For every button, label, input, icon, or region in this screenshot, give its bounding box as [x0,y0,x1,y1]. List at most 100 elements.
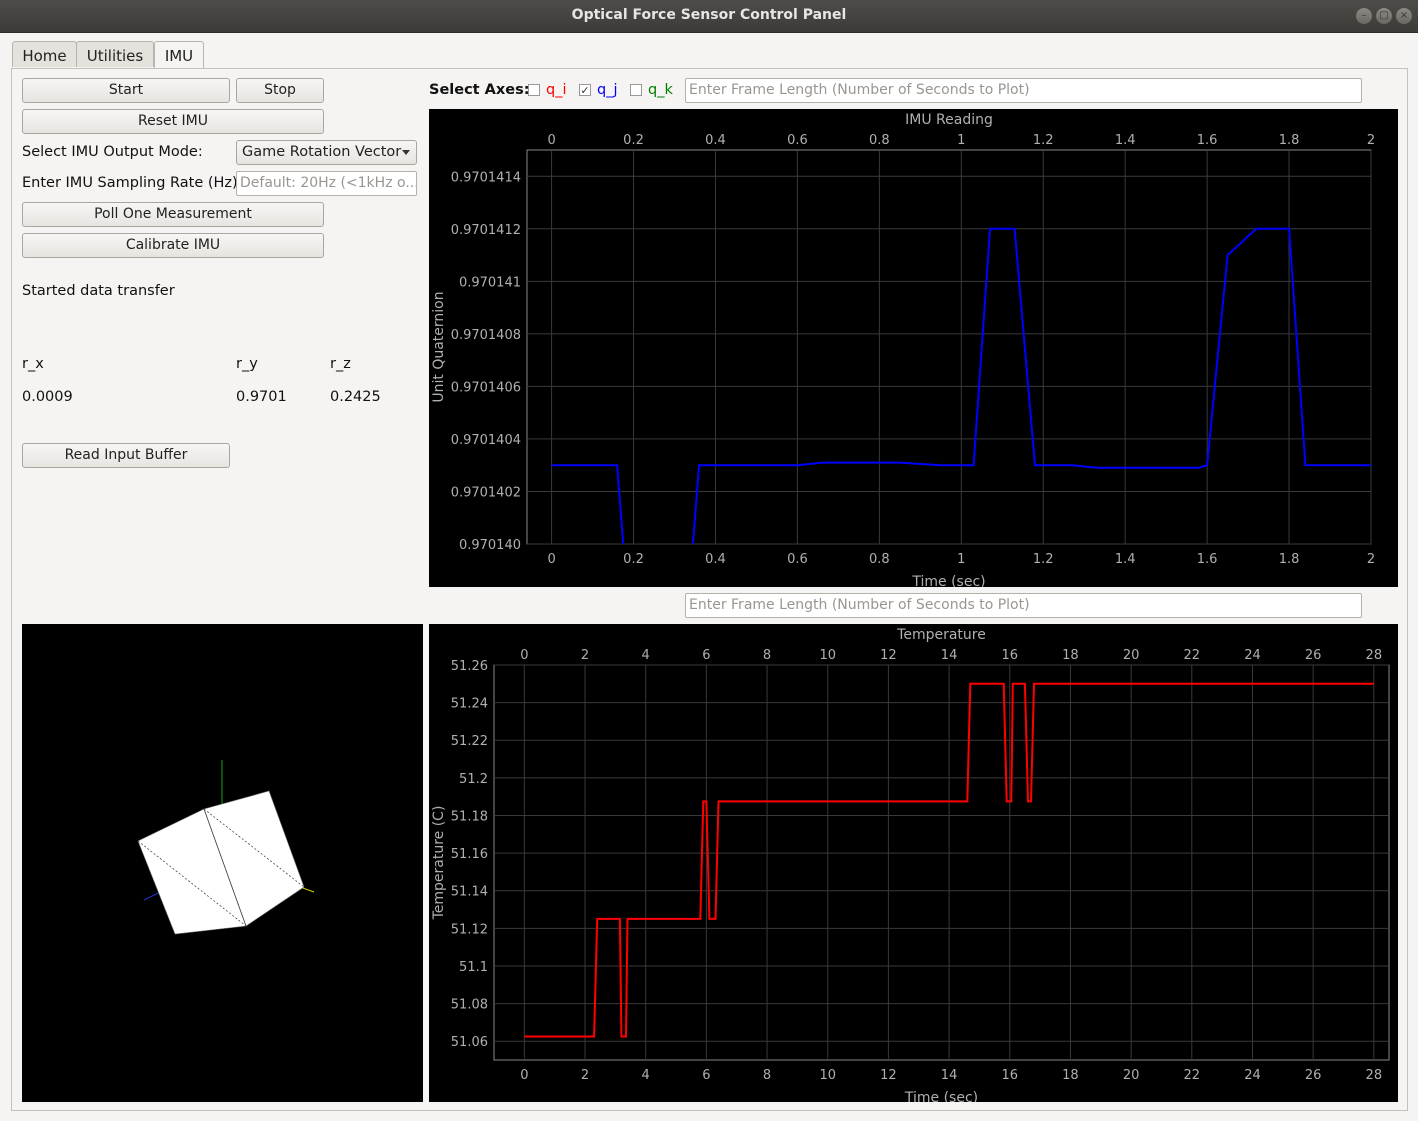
imu-x-tick-label-top: 0 [547,133,555,148]
rate-label: Enter IMU Sampling Rate (Hz): [22,175,243,191]
imu-x-tick-label: 0.8 [869,552,890,567]
output-mode-select[interactable]: Game Rotation Vector [236,140,417,165]
temp-x-tick-label-top: 10 [819,648,836,663]
imu-x-tick-label-top: 1.8 [1279,133,1300,148]
qi-checkbox[interactable] [528,84,540,96]
temp-x-tick-label: 26 [1305,1068,1322,1083]
tab-home[interactable]: Home [12,41,77,67]
temp-x-tick-label: 4 [642,1068,650,1083]
imu-x-tick-label-top: 1.2 [1033,133,1054,148]
sampling-rate-input[interactable]: Default: 20Hz (<1kHz o... [236,171,417,196]
imu-x-tick-label-top: 1.4 [1115,133,1136,148]
rx-header: r_x [22,356,44,372]
imu-y-tick-label: 0.9701408 [451,328,521,343]
temp-x-tick-label: 20 [1123,1068,1140,1083]
temp-y-tick-label: 51.12 [451,922,488,937]
temp-x-tick-label-top: 4 [642,648,650,663]
qi-label: q_i [546,82,567,98]
imu-x-tick-label: 1 [957,552,965,567]
imu-y-tick-label: 0.9701402 [451,485,521,500]
rz-header: r_z [330,356,351,372]
rx-value: 0.0009 [22,389,73,405]
imu-y-tick-label: 0.9701404 [451,433,521,448]
imu-x-tick-label-top: 1.6 [1197,133,1218,148]
imu-y-tick-label: 0.9701406 [451,380,521,395]
temp-y-tick-label: 51.18 [451,809,488,824]
temperature-chart: TemperatureTime (sec)Temperature (C)0022… [431,627,1390,1106]
temp-x-tick-label: 14 [941,1068,958,1083]
imu-x-tick-label-top: 0.8 [869,133,890,148]
temp-y-tick-label: 51.14 [451,885,488,900]
imu-frame-length-input[interactable]: Enter Frame Length (Number of Seconds to… [685,78,1362,103]
temp-y-tick-label: 51.22 [451,734,488,749]
imu-x-tick-label: 1.2 [1033,552,1054,567]
tab-imu[interactable]: IMU [154,41,204,69]
imu-y-tick-label: 0.970141 [459,275,521,290]
temp-x-tick-label-top: 24 [1244,648,1261,663]
imu-3d-view[interactable] [22,624,423,1102]
tab-utilities[interactable]: Utilities [76,41,154,67]
maximize-icon[interactable]: □ [1376,8,1392,24]
temp-x-tick-label-top: 26 [1305,648,1322,663]
start-button[interactable]: Start [22,78,230,103]
mode-label: Select IMU Output Mode: [22,144,203,160]
window-title: Optical Force Sensor Control Panel [571,7,847,23]
temp-x-tick-label: 18 [1062,1068,1079,1083]
temp-x-tick-label: 6 [702,1068,710,1083]
temp-x-tick-label: 24 [1244,1068,1261,1083]
imu-x-tick-label: 2 [1367,552,1375,567]
close-icon[interactable]: × [1396,8,1412,24]
qj-checkbox[interactable]: ✓ [579,84,591,96]
minimize-icon[interactable]: – [1356,8,1372,24]
temp-x-tick-label-top: 22 [1184,648,1201,663]
imu-plot[interactable]: IMU Reading Time (sec) Unit Quaternion 0 0 0.… [429,109,1398,590]
main-window: Optical Force Sensor Control Panel – □ ×… [0,0,1418,1121]
qk-checkbox[interactable] [630,84,642,96]
temp-y-tick-label: 51.26 [451,659,488,674]
imu-x-tick-label: 0.6 [787,552,808,567]
rz-value: 0.2425 [330,389,381,405]
ry-header: r_y [236,356,258,372]
temp-x-tick-label-top: 14 [941,648,958,663]
qj-label: q_j [597,82,618,98]
temp-x-tick-label: 12 [880,1068,897,1083]
temp-plot-frame [493,664,1390,1061]
orientation-cube [137,760,315,935]
imu-y-tick-label: 0.9701414 [451,170,521,185]
temp-x-tick-label-top: 28 [1366,648,1383,663]
temperature-plot[interactable]: Temperature Time (sec) Temperature (C) 0 0 2 2… [429,624,1398,1106]
temp-x-tick-label: 0 [520,1068,528,1083]
stop-button[interactable]: Stop [236,78,324,103]
read-input-buffer-button[interactable]: Read Input Buffer [22,443,230,468]
imu-x-tick-label-top: 1 [957,133,965,148]
imu-x-tick-label-top: 0.6 [787,133,808,148]
status-text: Started data transfer [22,283,175,299]
imu-plot-frame [526,149,1372,545]
imu-x-tick-label: 1.6 [1197,552,1218,567]
temp-y-tick-label: 51.2 [459,772,488,787]
poll-measurement-button[interactable]: Poll One Measurement [22,202,324,227]
temp-x-tick-label: 8 [763,1068,771,1083]
reset-imu-button[interactable]: Reset IMU [22,109,324,134]
temp-y-tick-label: 51.08 [451,998,488,1013]
imu-chart-title: IMU Reading [905,112,993,128]
temp-chart-title: Temperature [896,627,986,643]
imu-y-tick-label: 0.970140 [459,538,521,553]
imu-y-tick-label: 0.9701412 [451,223,521,238]
imu-chart: IMU Reading Time (sec) Unit Quaternion 0 0 0.… [431,112,1375,590]
calibrate-imu-button[interactable]: Calibrate IMU [22,233,324,258]
temp-x-tick-label-top: 18 [1062,648,1079,663]
temp-x-tick-label: 28 [1366,1068,1383,1083]
ry-value: 0.9701 [236,389,287,405]
temp-x-tick-label-top: 0 [520,648,528,663]
title-bar: Optical Force Sensor Control Panel – □ × [0,0,1418,33]
temp-y-tick-label: 51.16 [451,847,488,862]
temp-y-tick-label: 51.06 [451,1035,488,1050]
temp-frame-length-input[interactable]: Enter Frame Length (Number of Seconds to… [685,593,1362,618]
imu-x-tick-label: 0 [547,552,555,567]
temp-x-tick-label-top: 8 [763,648,771,663]
temp-x-tick-label-top: 20 [1123,648,1140,663]
temp-x-tick-label-top: 6 [702,648,710,663]
select-axes-label: Select Axes: [429,82,530,98]
temp-x-tick-label: 10 [819,1068,836,1083]
